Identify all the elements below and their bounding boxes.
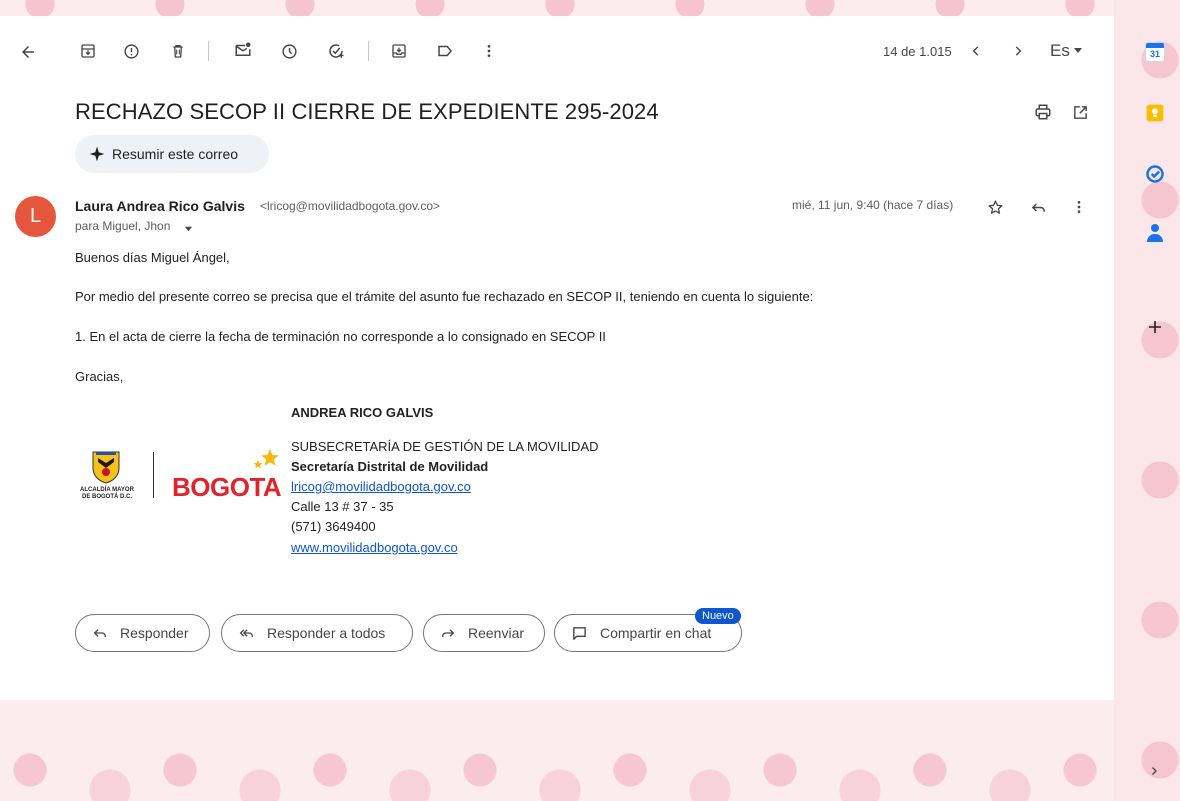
reply-icon[interactable] (1028, 197, 1048, 217)
add-addon-plus-icon[interactable] (1144, 316, 1166, 338)
toolbar-separator (368, 41, 369, 61)
message-counter: 14 de 1.015 (883, 44, 952, 59)
move-to-icon[interactable] (388, 40, 410, 62)
signature-website-link[interactable]: www.movilidadbogota.gov.co (291, 540, 458, 555)
email-paragraph: Por medio del presente correo se precisa… (75, 289, 814, 304)
summarize-button[interactable]: Resumir este correo (75, 135, 269, 173)
email-date: mié, 11 jun, 9:40 (hace 7 días) (792, 198, 954, 212)
forward-label: Reenviar (468, 625, 525, 641)
reply-button[interactable]: Responder (75, 614, 210, 652)
snooze-clock-icon[interactable] (278, 40, 300, 62)
signature-name: ANDREA RICO GALVIS (291, 405, 434, 420)
alcaldia-text-line2: DE BOGOTÁ D.C. (81, 494, 132, 500)
archive-icon[interactable] (77, 40, 99, 62)
older-chevron-right-icon[interactable] (1008, 40, 1028, 62)
back-arrow-icon[interactable] (16, 40, 40, 64)
newer-chevron-left-icon[interactable] (966, 40, 986, 62)
forward-button[interactable]: Reenviar (423, 614, 545, 652)
report-spam-icon[interactable] (120, 40, 142, 62)
signature-logo: ALCALDÍA MAYOR DE BOGOTÁ D.C. BOGOTA (78, 448, 288, 512)
share-in-chat-label: Compartir en chat (600, 625, 712, 641)
reply-all-label: Responder a todos (267, 625, 386, 641)
signature-email-link[interactable]: lricog@movilidadbogota.gov.co (291, 479, 471, 494)
add-task-icon[interactable] (324, 39, 348, 63)
top-decoration (0, 0, 1114, 16)
alcaldia-text-line1: ALCALDÍA MAYOR (80, 487, 134, 493)
bogota-shield-icon (92, 451, 120, 484)
more-vert-icon[interactable] (478, 40, 500, 62)
signature-address: Calle 13 # 37 - 35 (291, 499, 394, 514)
signature-department: SUBSECRETARÍA DE GESTIÓN DE LA MOVILIDAD (291, 439, 599, 454)
bottom-decoration (0, 700, 1114, 801)
reply-all-icon (238, 625, 255, 641)
signature-office: Secretaría Distrital de Movilidad (291, 459, 489, 474)
reply-icon (92, 625, 108, 641)
tasks-icon[interactable] (1144, 163, 1166, 185)
recipients-chevron-down-icon[interactable] (182, 222, 194, 234)
logo-stars-icon (253, 449, 279, 469)
label-icon[interactable] (434, 40, 456, 62)
signature-phone: (571) 3649400 (291, 519, 376, 534)
calendar-header (1146, 43, 1164, 48)
contacts-icon[interactable] (1145, 222, 1165, 244)
mark-unread-icon[interactable] (232, 39, 254, 61)
avatar[interactable]: L (15, 196, 56, 237)
delete-icon[interactable] (167, 40, 189, 62)
mail-view: 14 de 1.015 Es RECHAZO SECOP II CIERRE D… (0, 0, 1114, 801)
calendar-day: 31 (1149, 49, 1160, 59)
logo-divider (153, 452, 154, 498)
calendar-app-icon[interactable]: 31 (1145, 42, 1165, 62)
sender-name[interactable]: Laura Andrea Rico Galvis (75, 198, 245, 214)
expand-panel-chevron-right-icon[interactable] (1146, 762, 1162, 780)
email-item-1: 1. En el acta de cierre la fecha de term… (75, 329, 606, 344)
print-icon[interactable] (1032, 101, 1054, 123)
star-icon[interactable] (985, 197, 1005, 217)
sparkle-icon (88, 145, 106, 163)
message-more-vert-icon[interactable] (1069, 197, 1089, 217)
reply-all-button[interactable]: Responder a todos (221, 614, 413, 652)
chat-icon (571, 625, 588, 642)
sender-email: <lricog@movilidadbogota.gov.co> (260, 199, 441, 213)
recipients: para Miguel, Jhon (75, 219, 171, 233)
open-in-new-window-icon[interactable] (1069, 101, 1091, 123)
toolbar-separator (208, 41, 209, 61)
forward-icon (440, 625, 456, 641)
chevron-down-icon[interactable] (1072, 44, 1084, 56)
bogota-wordmark: BOGOTA (172, 472, 282, 502)
input-tools-selector[interactable]: Es (1050, 41, 1070, 61)
summarize-label: Resumir este correo (112, 146, 239, 162)
reply-label: Responder (120, 625, 189, 641)
email-greeting: Buenos días Miguel Ángel, (75, 250, 230, 265)
new-badge: Nuevo (695, 608, 741, 624)
keep-notes-icon[interactable] (1145, 103, 1165, 123)
email-subject: RECHAZO SECOP II CIERRE DE EXPEDIENTE 29… (75, 99, 659, 124)
email-closing: Gracias, (75, 369, 124, 384)
